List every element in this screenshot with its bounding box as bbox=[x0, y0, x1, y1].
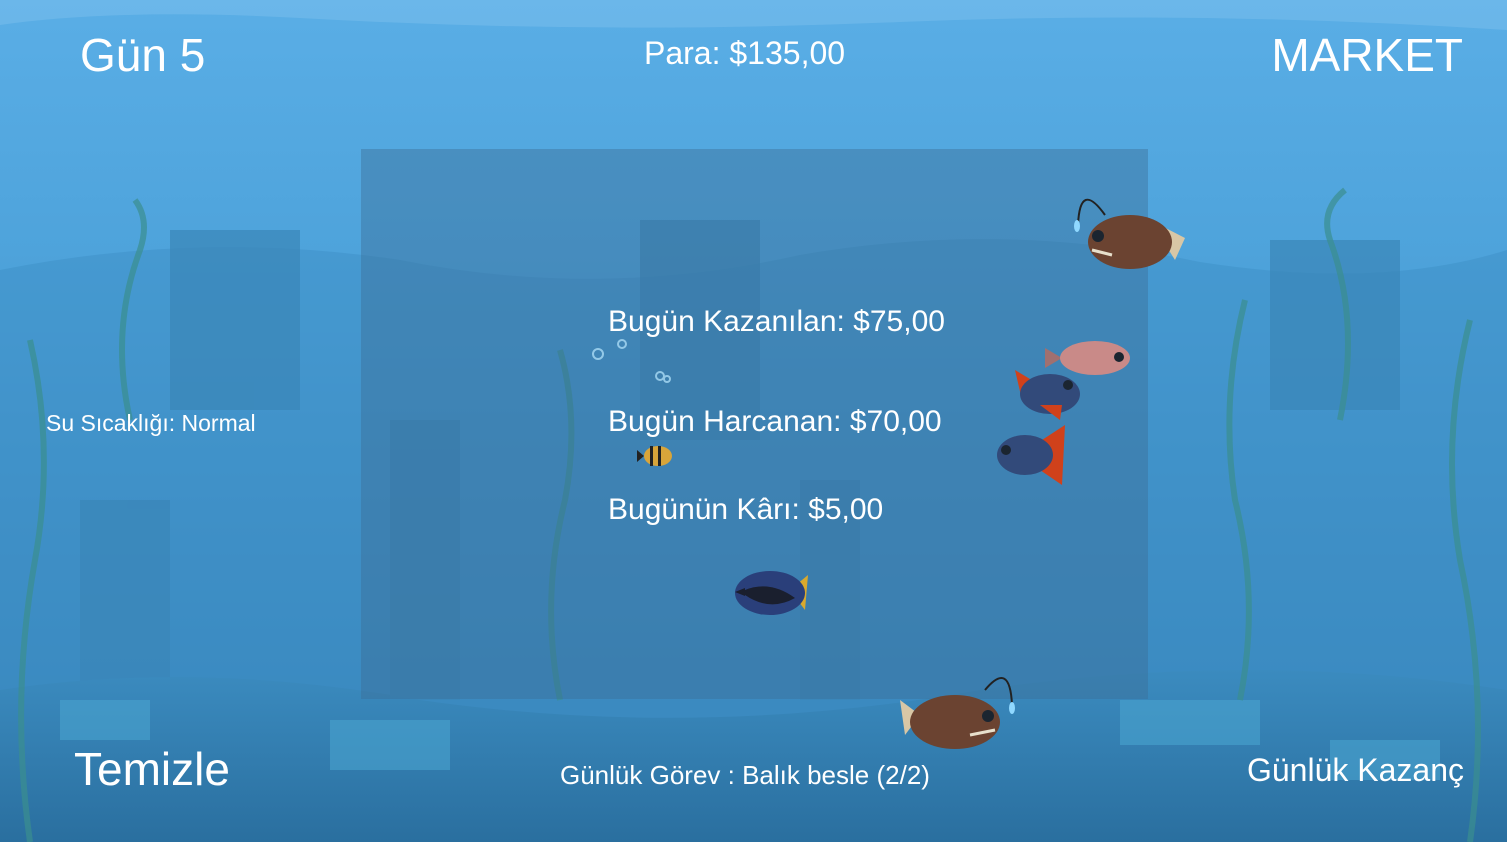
bumblebee-fish[interactable] bbox=[637, 446, 672, 466]
pink-fish[interactable] bbox=[1045, 341, 1130, 375]
blue-tang-fish[interactable] bbox=[735, 571, 808, 615]
red-blue-fish[interactable] bbox=[1015, 370, 1080, 420]
daily-earnings-button[interactable]: Günlük Kazanç bbox=[1247, 752, 1464, 789]
fish-layer bbox=[592, 198, 1185, 749]
anglerfish[interactable] bbox=[900, 677, 1015, 749]
clean-button[interactable]: Temizle bbox=[74, 742, 230, 796]
daily-task-label: Günlük Görev : Balık besle (2/2) bbox=[560, 760, 930, 790]
anglerfish[interactable] bbox=[1074, 198, 1185, 269]
red-blue-fish[interactable] bbox=[997, 425, 1065, 485]
